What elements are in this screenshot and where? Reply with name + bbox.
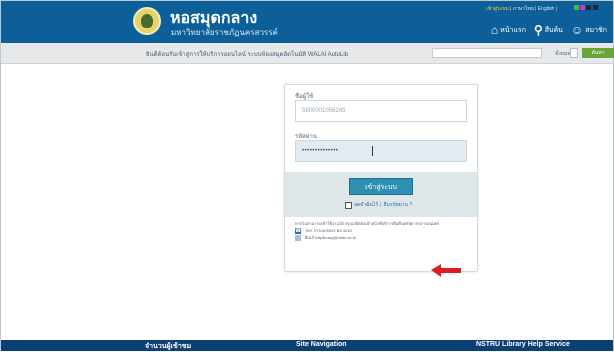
nav-search[interactable]: ⚲ สืบค้น (534, 24, 563, 36)
theme-color-swatch[interactable] (593, 5, 598, 10)
nav-member-label: สมาชิก (585, 27, 607, 34)
nav-search-label: สืบค้น (544, 27, 563, 34)
language-links[interactable]: | ภาษาไทย | English | (510, 6, 557, 12)
search-scope-label: ทั้งหมด (555, 51, 571, 57)
remember-label[interactable]: จดจำฉันไว้ (354, 201, 378, 209)
footer-nav-title: Site Navigation (296, 341, 347, 348)
forgot-password-link[interactable]: ลืมรหัสผ่าน ? (383, 201, 412, 209)
email-icon (295, 235, 301, 241)
footer-stats-title: จำนวนผู้เข้าชม (145, 343, 192, 350)
remember-checkbox[interactable] (345, 201, 352, 209)
header-nav: ⌂ หน้าแรก ⚲ สืบค้น ☺ สมาชิก (491, 24, 607, 36)
help-email[interactable]: อีเมล์ helplibrary@nstru.ac.th (305, 235, 356, 241)
login-panel: ชื่อผู้ใช้ 5800001056265 รหัสผ่าน ••••••… (284, 84, 478, 277)
theme-color-swatch[interactable] (586, 5, 591, 10)
login-link[interactable]: เข้าสู่ระบบ (486, 6, 509, 12)
quick-search-button[interactable]: ค้นหา (582, 48, 614, 58)
theme-color-swatch[interactable] (574, 5, 579, 10)
site-subtitle: มหาวิทยาลัยราชภัฏนครสวรรค์ (171, 28, 278, 37)
home-icon: ⌂ (490, 23, 499, 37)
theme-color-swatch[interactable] (580, 5, 585, 10)
red-arrow-icon (431, 264, 461, 277)
remember-row: จดจำฉันไว้ | ลืมรหัสผ่าน ? (345, 201, 412, 209)
language-bar: เข้าสู่ระบบ | ภาษาไทย | English | (486, 5, 557, 13)
user-icon: ☺ (570, 23, 584, 37)
nav-member[interactable]: ☺ สมาชิก (571, 24, 607, 36)
announcement-bar: ยินดีต้อนรับเข้าสู่การให้บริการออนไลน์ ร… (1, 43, 614, 64)
help-phone: โทร. 075-809033 ต่อ 4218 (305, 228, 352, 233)
login-action-area: เข้าสู่ระบบ จดจำฉันไว้ | ลืมรหัสผ่าน ? (285, 172, 477, 277)
username-input[interactable]: 5800001056265 (295, 100, 467, 122)
phone-icon: ☎ (295, 228, 302, 234)
search-icon: ⚲ (533, 23, 543, 37)
separator: | (380, 202, 382, 208)
site-header: หอสมุดกลาง มหาวิทยาลัยราชภัฏนครสวรรค์ เข… (1, 1, 613, 43)
password-input[interactable]: •••••••••••••• (295, 140, 467, 162)
nav-home-label: หน้าแรก (500, 27, 526, 34)
quick-search-input[interactable] (432, 48, 542, 58)
help-section: หากไม่สามารถเข้าใช้งานได้ กรุณาติดต่อเจ้… (295, 221, 471, 241)
university-logo-icon[interactable] (133, 7, 161, 35)
login-button[interactable]: เข้าสู่ระบบ (349, 178, 413, 195)
nav-home[interactable]: ⌂ หน้าแรก (491, 24, 526, 36)
footer-help-title: NSTRU Library Help Service (476, 341, 570, 348)
help-text: หากไม่สามารถเข้าใช้งานได้ กรุณาติดต่อเจ้… (295, 221, 439, 226)
search-scope-select[interactable] (570, 48, 578, 58)
announcement-text: ยินดีต้อนรับเข้าสู่การให้บริการออนไลน์ ร… (146, 52, 349, 58)
